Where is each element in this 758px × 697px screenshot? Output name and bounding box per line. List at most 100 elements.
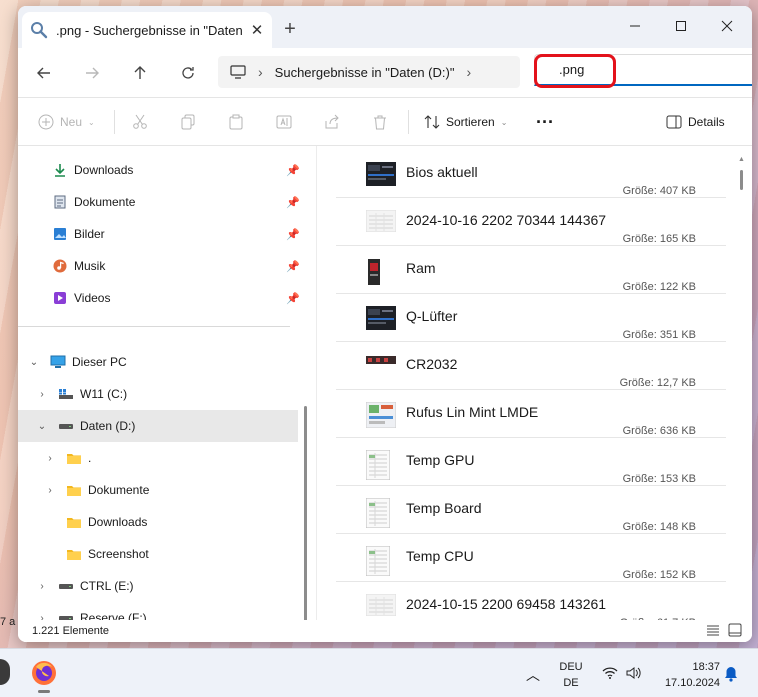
result-item[interactable]: Temp CPU Größe: 152 KB <box>336 534 726 582</box>
tiles-view-icon <box>728 623 742 637</box>
nav-item-this-pc[interactable]: ⌄ Dieser PC <box>18 346 298 378</box>
sort-button[interactable]: Sortieren ⌄ <box>424 110 507 134</box>
nav-item-folder-documents[interactable]: › Dokumente <box>18 474 298 506</box>
trash-icon <box>374 115 386 130</box>
nav-item-label: Daten (D:) <box>80 419 136 433</box>
nav-item-drive-f[interactable]: › Reserve (F:) <box>18 602 298 620</box>
volume-icon[interactable] <box>626 666 642 683</box>
notification-bell-icon[interactable] <box>724 666 738 685</box>
result-item[interactable]: Temp GPU Größe: 153 KB <box>336 438 726 486</box>
navigation-bar: › Suchergebnisse in "Daten (D:)" › .png <box>18 48 752 98</box>
nav-item-documents[interactable]: Dokumente 📌 <box>52 186 300 218</box>
nav-item-videos[interactable]: Videos 📌 <box>52 282 300 314</box>
divider <box>114 110 115 134</box>
nav-item-label: Reserve (F:) <box>80 611 147 620</box>
firefox-button[interactable] <box>30 659 58 693</box>
nav-item-folder-downloads[interactable]: Downloads <box>18 506 298 538</box>
up-button[interactable] <box>126 59 154 87</box>
folder-icon <box>66 514 82 530</box>
pane-divider[interactable] <box>316 146 317 620</box>
nav-item-label: Downloads <box>88 515 148 529</box>
result-item[interactable]: Rufus Lin Mint LMDE Größe: 636 KB <box>336 390 726 438</box>
details-button[interactable]: Details <box>666 110 725 134</box>
pin-icon[interactable]: 📌 <box>286 292 300 305</box>
nav-item-label: Downloads <box>74 163 134 177</box>
chevron-down-icon[interactable]: ⌄ <box>28 357 40 368</box>
share-button[interactable] <box>324 110 340 134</box>
tab-search-results[interactable]: .png - Suchergebnisse in "Daten ✕ <box>22 12 272 48</box>
new-button[interactable]: Neu ⌄ <box>38 110 95 134</box>
details-view-button[interactable] <box>706 623 722 639</box>
maximize-button[interactable] <box>658 12 704 40</box>
file-thumbnail <box>366 354 396 380</box>
divider <box>408 110 409 134</box>
pin-icon[interactable]: 📌 <box>286 164 300 177</box>
results-scrollbar[interactable] <box>740 170 743 190</box>
nav-item-folder-screenshot[interactable]: Screenshot <box>18 538 298 570</box>
nav-item-folder[interactable]: › . <box>18 442 298 474</box>
result-item[interactable]: 2024-10-16 2202 70344 144367 Größe: 165 K… <box>336 198 726 246</box>
nav-item-music[interactable]: Musik 📌 <box>52 250 300 282</box>
chevron-right-icon[interactable]: › <box>44 453 56 464</box>
cut-button[interactable] <box>132 110 148 134</box>
item-count: 1.221 Elemente <box>32 625 110 637</box>
chevron-right-icon: › <box>258 64 263 80</box>
back-button[interactable] <box>30 59 58 87</box>
result-item[interactable]: 2024-10-15 2200 69458 143261Größe: 61,7 … <box>336 582 726 620</box>
nav-item-drive-c[interactable]: › W11 (C:) <box>18 378 298 410</box>
result-item[interactable]: Temp Board Größe: 148 KB <box>336 486 726 534</box>
result-item[interactable]: Q-Lüfter Größe: 351 KB <box>336 294 726 342</box>
close-window-button[interactable] <box>704 12 750 40</box>
pictures-icon <box>52 226 68 242</box>
pin-icon[interactable]: 📌 <box>286 196 300 209</box>
pin-icon[interactable]: 📌 <box>286 228 300 241</box>
chevron-right-icon[interactable]: › <box>466 64 471 80</box>
new-tab-button[interactable]: + <box>278 18 302 40</box>
chevron-right-icon[interactable]: › <box>44 485 56 496</box>
list-view-icon <box>707 625 719 636</box>
file-size: Größe: 152 KB <box>622 569 696 581</box>
file-name: 2024-10-16 2202 70344 144367 <box>406 212 607 228</box>
paste-button[interactable] <box>228 110 244 134</box>
result-item[interactable]: Bios aktuell Größe: 407 KB <box>336 150 726 198</box>
scroll-up-icon[interactable]: ▲ <box>738 156 745 163</box>
file-thumbnail <box>366 306 396 332</box>
file-size: Größe: 153 KB <box>622 473 696 485</box>
chevron-down-icon[interactable]: ⌄ <box>36 421 48 432</box>
breadcrumb[interactable]: Suchergebnisse in "Daten (D:)" <box>275 65 455 80</box>
nav-item-pictures[interactable]: Bilder 📌 <box>52 218 300 250</box>
nav-item-drive-d[interactable]: ⌄ Daten (D:) <box>18 410 298 442</box>
more-options-button[interactable]: ··· <box>536 110 554 134</box>
refresh-button[interactable] <box>174 59 202 87</box>
details-pane-icon <box>666 115 682 129</box>
wifi-icon[interactable] <box>602 667 618 682</box>
chevron-right-icon[interactable]: › <box>36 581 48 592</box>
tab-close-button[interactable]: ✕ <box>250 21 264 39</box>
nav-item-drive-e[interactable]: › CTRL (E:) <box>18 570 298 602</box>
address-bar[interactable]: › Suchergebnisse in "Daten (D:)" › <box>218 56 520 88</box>
pin-icon[interactable]: 📌 <box>286 260 300 273</box>
tiles-view-button[interactable] <box>728 623 744 639</box>
file-size: Größe: 407 KB <box>622 185 696 197</box>
file-name: Temp Board <box>406 500 482 516</box>
copy-button[interactable] <box>180 110 196 134</box>
minimize-button[interactable] <box>612 12 658 40</box>
nav-item-downloads[interactable]: Downloads 📌 <box>52 154 300 186</box>
show-hidden-icons-button[interactable]: ︿ <box>526 665 540 685</box>
sort-icon <box>424 115 440 129</box>
language-indicator[interactable]: DEU DE <box>556 661 586 689</box>
file-name: Temp CPU <box>406 548 474 564</box>
nav-scrollbar[interactable] <box>304 406 307 620</box>
result-item[interactable]: Ram Größe: 122 KB <box>336 246 726 294</box>
file-thumbnail <box>365 545 396 577</box>
nav-item-label: Screenshot <box>88 547 149 561</box>
rename-button[interactable] <box>276 110 292 134</box>
clock[interactable]: 18:37 17.10.2024 <box>656 661 720 689</box>
forward-button[interactable] <box>78 59 106 87</box>
app-icon-partial[interactable] <box>0 659 10 685</box>
delete-button[interactable] <box>372 110 388 134</box>
chevron-right-icon[interactable]: › <box>36 613 48 621</box>
chevron-right-icon[interactable]: › <box>36 389 48 400</box>
file-thumbnail <box>366 162 396 188</box>
result-item[interactable]: CR2032 Größe: 12,7 KB <box>336 342 726 390</box>
